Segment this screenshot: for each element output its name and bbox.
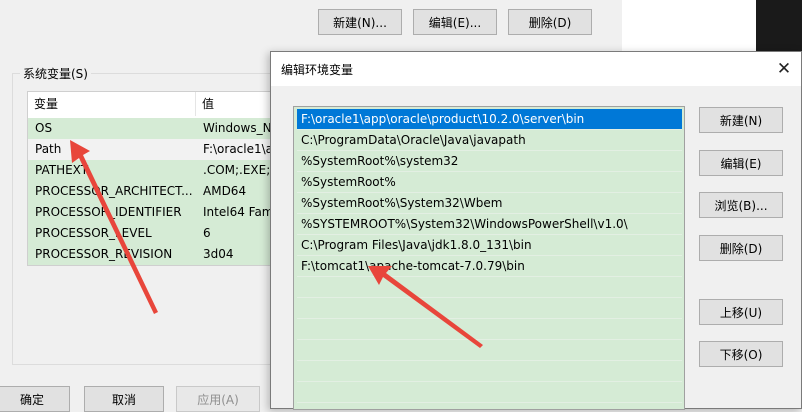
list-item[interactable]: %SystemRoot%\System32\Wbem — [297, 193, 682, 214]
empty-list-row[interactable] — [297, 319, 682, 340]
table-row[interactable]: PROCESSOR_ARCHITECT... AMD64 — [28, 181, 286, 202]
empty-list-row[interactable] — [297, 382, 682, 403]
table-row[interactable]: PROCESSOR_IDENTIFIER Intel64 Fami — [28, 202, 286, 223]
table-row[interactable]: PATHEXT .COM;.EXE;.B — [28, 160, 286, 181]
new-user-var-button[interactable]: 新建(N)... — [318, 9, 402, 35]
apply-button[interactable]: 应用(A) — [176, 386, 260, 412]
table-row[interactable]: PROCESSOR_REVISION 3d04 — [28, 244, 286, 265]
list-item[interactable]: C:\ProgramData\Oracle\Java\javapath — [297, 130, 682, 151]
move-down-button[interactable]: 下移(O) — [699, 341, 783, 367]
edit-path-button[interactable]: 编辑(E) — [699, 150, 783, 176]
empty-list-row[interactable] — [297, 361, 682, 382]
path-list[interactable]: F:\oracle1\app\oracle\product\10.2.0\ser… — [293, 106, 685, 410]
delete-path-button[interactable]: 删除(D) — [699, 235, 783, 261]
var-name: Path — [35, 142, 62, 156]
var-name: PROCESSOR_ARCHITECT... — [35, 184, 193, 198]
empty-list-row[interactable] — [297, 340, 682, 361]
list-item[interactable]: C:\Program Files\Java\jdk1.8.0_131\bin — [297, 235, 682, 256]
edit-env-var-dialog: 编辑环境变量 ✕ F:\oracle1\app\oracle\product\1… — [270, 51, 802, 410]
dialog-title: 编辑环境变量 — [281, 63, 354, 77]
ok-button[interactable]: 确定 — [0, 386, 70, 412]
list-item[interactable]: F:\oracle1\app\oracle\product\10.2.0\ser… — [297, 109, 682, 130]
edit-user-var-button[interactable]: 编辑(E)... — [413, 9, 497, 35]
column-header-variable[interactable]: 变量 — [28, 92, 196, 116]
list-item[interactable]: %SYSTEMROOT%\System32\WindowsPowerShell\… — [297, 214, 682, 235]
system-vars-label: 系统变量(S) — [20, 65, 91, 82]
var-name: PROCESSOR_REVISION — [35, 247, 173, 261]
table-row[interactable]: OS Windows_NT — [28, 118, 286, 139]
table-row[interactable]: PROCESSOR_LEVEL 6 — [28, 223, 286, 244]
browse-path-button[interactable]: 浏览(B)... — [699, 192, 783, 218]
var-name: PROCESSOR_IDENTIFIER — [35, 205, 182, 219]
system-vars-table[interactable]: 变量 值 OS Windows_NT Path F:\oracle1\a PAT… — [27, 91, 287, 266]
list-item[interactable]: %SystemRoot% — [297, 172, 682, 193]
list-item[interactable]: F:\tomcat1\apache-tomcat-7.0.79\bin — [297, 256, 682, 277]
delete-user-var-button[interactable]: 删除(D) — [508, 9, 592, 35]
list-item[interactable]: %SystemRoot%\system32 — [297, 151, 682, 172]
new-path-button[interactable]: 新建(N) — [699, 107, 783, 133]
move-up-button[interactable]: 上移(U) — [699, 299, 783, 325]
var-name: PATHEXT — [35, 163, 89, 177]
close-icon[interactable]: ✕ — [771, 56, 797, 82]
cancel-button[interactable]: 取消 — [84, 386, 164, 412]
background-panel — [622, 0, 756, 52]
var-name: PROCESSOR_LEVEL — [35, 226, 152, 240]
var-name: OS — [35, 121, 53, 135]
empty-list-row[interactable] — [297, 277, 682, 298]
empty-list-row[interactable] — [297, 298, 682, 319]
table-row[interactable]: Path F:\oracle1\a — [28, 139, 286, 160]
